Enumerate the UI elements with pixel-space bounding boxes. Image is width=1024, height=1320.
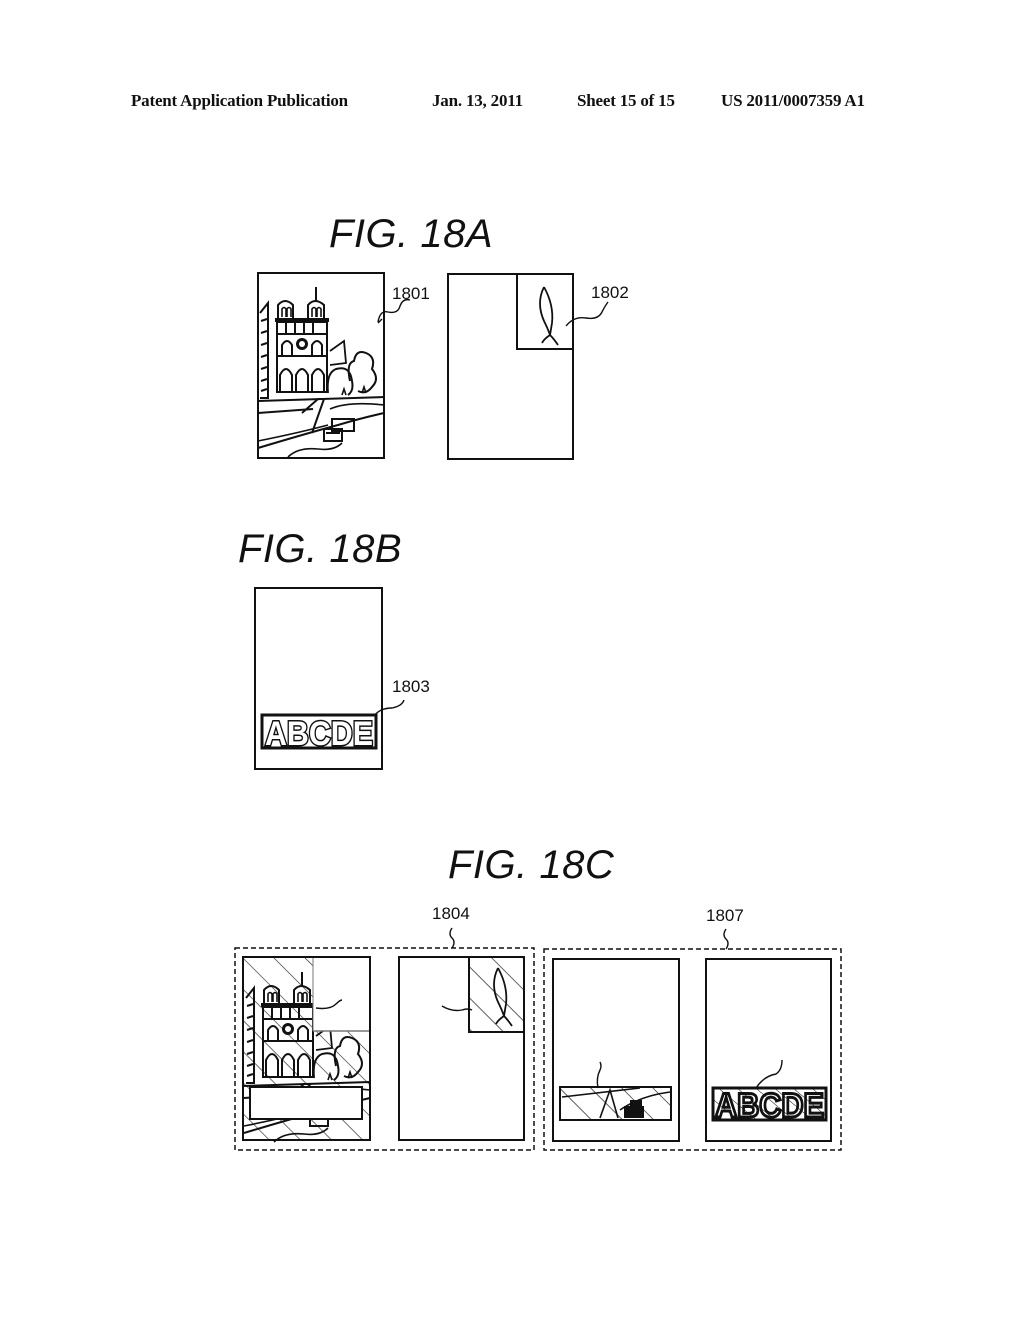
fig-18c-abcde-text: ABCDE xyxy=(715,1087,824,1125)
fig-18c-boat-page xyxy=(552,958,680,1142)
fig-18b-text-page: ABCDE xyxy=(254,587,405,770)
patent-drawing: ABCDE . xyxy=(234,272,842,1151)
fig-18b-abcde-text: ABCDE xyxy=(265,715,373,753)
fig-18c-photo-page: . xyxy=(242,956,371,1143)
fig-18a-fish-page xyxy=(447,273,609,460)
fig-18c-text-page: ABCDE xyxy=(705,958,832,1142)
fig-18a-photo-page xyxy=(257,272,411,459)
fig-18c-fish-page xyxy=(398,956,525,1141)
